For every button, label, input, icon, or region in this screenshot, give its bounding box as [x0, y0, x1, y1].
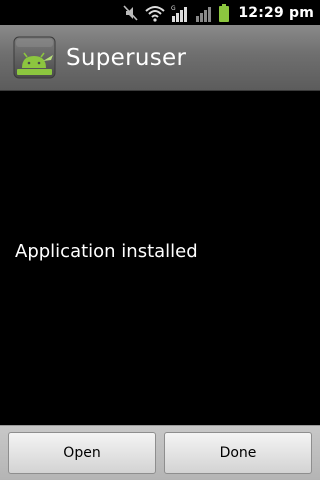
mute-icon [123, 4, 138, 21]
wifi-icon [145, 5, 166, 22]
open-button[interactable]: Open [8, 432, 156, 474]
signal-icon [196, 6, 212, 22]
status-icons: G 12:29 pm [123, 0, 320, 25]
battery-icon [219, 3, 230, 22]
status-time: 12:29 pm [238, 4, 314, 21]
status-message: Application installed [15, 241, 198, 262]
signal-g-icon: G [171, 5, 188, 22]
status-bar: G 12:29 pm [0, 0, 320, 25]
button-bar: Open Done [0, 425, 320, 480]
superuser-android-icon [13, 36, 56, 79]
title-bar: Superuser [0, 25, 320, 91]
done-button[interactable]: Done [164, 432, 312, 474]
app-title: Superuser [66, 45, 187, 71]
network-type-label: G [171, 5, 176, 12]
screen: G 12:29 pm Superuser Application install… [0, 0, 320, 480]
